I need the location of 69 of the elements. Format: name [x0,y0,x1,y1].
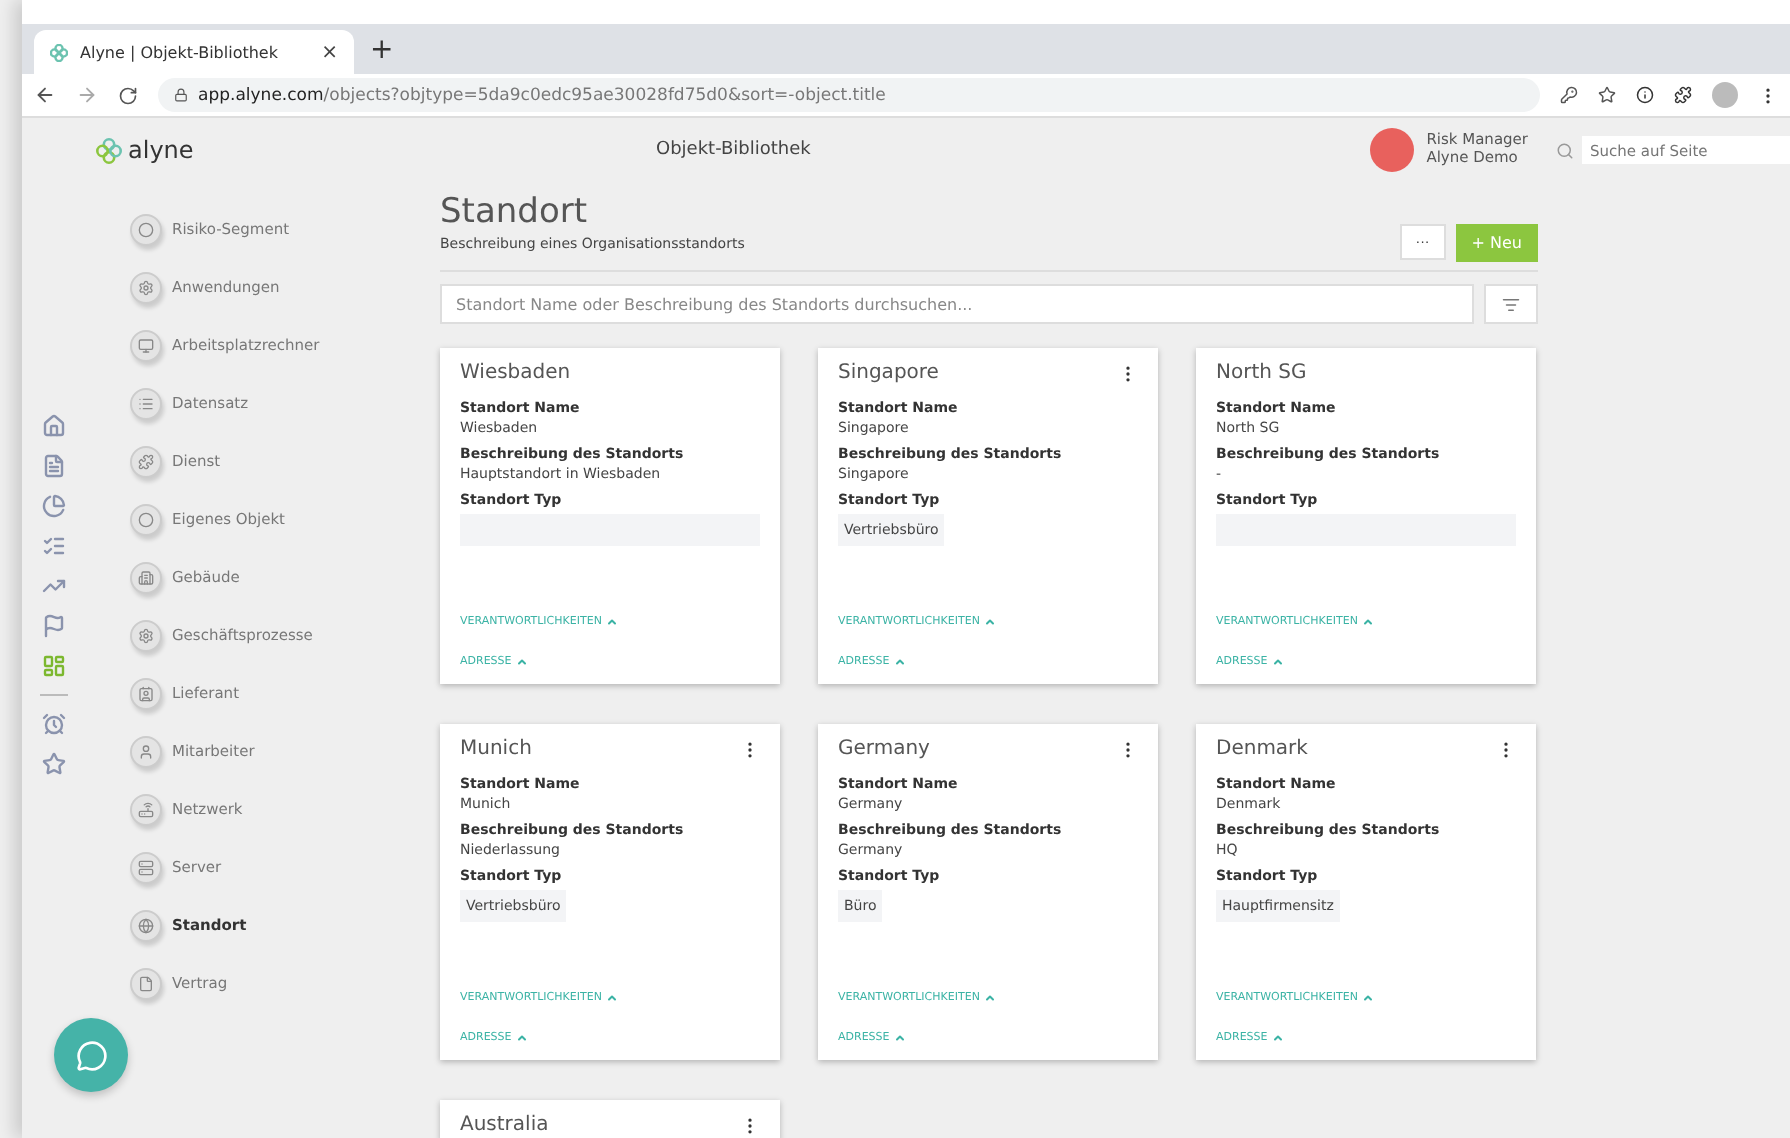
tab-close-button[interactable]: × [321,41,338,63]
caret-icon [1271,1032,1284,1044]
caret-icon [1361,616,1374,628]
card-title: Australia [460,1114,549,1136]
list-icon [130,387,162,419]
caret-icon [893,656,906,668]
caret-icon [605,992,618,1004]
card-title: Germany [838,738,930,760]
info-icon[interactable] [1636,86,1654,104]
user-icon [130,735,162,767]
caret-icon [983,992,996,1004]
logo-icon [50,43,68,61]
tab-title: Alyne | Objekt-Bibliothek [80,43,280,61]
pie-icon[interactable] [42,494,66,518]
browser-tab[interactable]: Alyne | Objekt-Bibliothek × [34,30,354,74]
card-title: Munich [460,738,532,760]
contact-icon [130,677,162,709]
chat-button[interactable] [54,1018,128,1092]
search-field[interactable]: Standort Name oder Beschreibung des Standorts durchsuchen... [440,284,1474,324]
gear-icon [130,271,162,303]
checklist-icon[interactable] [42,534,66,558]
document-icon[interactable] [42,454,66,478]
file-icon [130,967,162,999]
card-title: Singapore [838,362,939,384]
search-icon [1556,141,1574,159]
extensions-icon[interactable] [1674,86,1692,104]
dashboard-icon[interactable] [42,654,66,678]
back-icon[interactable] [34,84,56,106]
caret-icon [515,1032,528,1044]
trend-icon[interactable] [42,574,66,598]
filter-button[interactable] [1484,284,1538,324]
chat-icon [75,1039,107,1071]
header-title: Objekt-Bibliothek [656,140,813,160]
logo-icon [96,137,122,163]
page-title: Standort [440,192,589,232]
building-icon [130,561,162,593]
alarm-icon[interactable] [42,712,66,736]
profile-avatar[interactable] [1712,82,1738,108]
router-icon [130,793,162,825]
logo-text: alyne [128,136,194,164]
star-icon[interactable] [1598,86,1616,104]
globe-icon [130,909,162,941]
filter-icon [1502,295,1520,313]
new-button[interactable]: + Neu [1455,224,1538,262]
home-icon[interactable] [42,414,66,438]
caret-icon [605,616,618,628]
flag-icon[interactable] [42,614,66,638]
caret-icon [1361,992,1374,1004]
reload-icon[interactable] [118,85,138,105]
star-icon[interactable] [42,752,66,776]
new-tab-button[interactable]: + [370,33,394,65]
caret-icon [1271,656,1284,668]
card-title: Denmark [1216,738,1308,760]
caret-icon [893,1032,906,1044]
address-field[interactable]: app.alyne.com/objects?objtype=5da9c0edc95ae30028fd75d0&sort=-object.title [158,78,1540,112]
lock-icon [174,88,188,102]
caret-icon [983,616,996,628]
card-title: North SG [1216,362,1307,384]
puzzle-icon [130,445,162,477]
server-icon [130,851,162,883]
forward-icon[interactable] [76,84,98,106]
gear-icon [130,619,162,651]
circles-icon [130,213,162,245]
card-title: Wiesbaden [460,362,571,384]
user-avatar[interactable] [1370,128,1415,172]
caret-icon [515,656,528,668]
monitor-icon [130,329,162,361]
circles-icon [130,503,162,535]
key-icon[interactable] [1560,86,1578,104]
